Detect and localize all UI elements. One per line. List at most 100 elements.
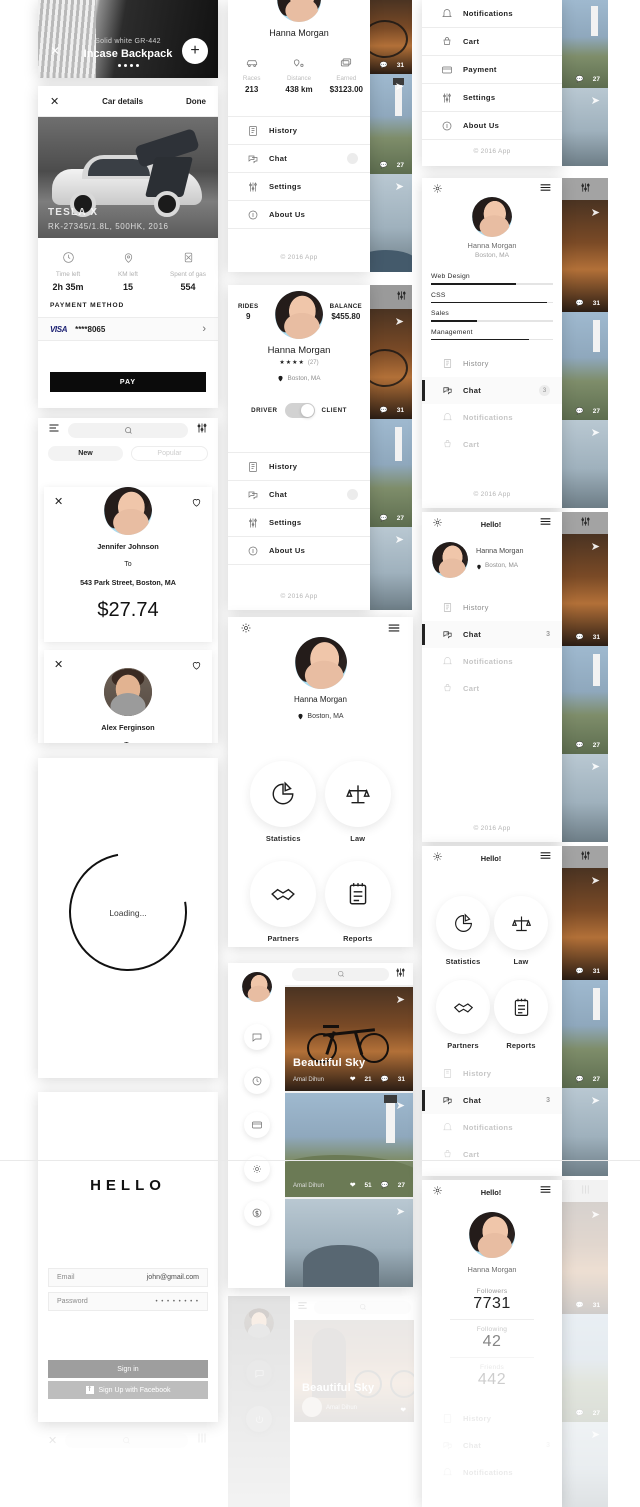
payment-method-row[interactable]: VISA ****8065 › <box>38 317 218 341</box>
sidebar-item-cart[interactable]: Cart <box>422 675 562 702</box>
search-input[interactable] <box>68 422 188 438</box>
sidebar-item-history[interactable]: History <box>422 594 562 621</box>
grid-tile-statistics[interactable]: Statistics <box>434 896 492 966</box>
gear-icon[interactable] <box>432 181 443 199</box>
role-toggle[interactable]: DRIVER CLIENT <box>228 403 370 418</box>
sidebar-item-chat[interactable]: Chat 3 <box>422 621 562 648</box>
comment-icon[interactable]: 💬 <box>381 1075 389 1083</box>
sidebar-item-history[interactable]: History <box>422 350 562 377</box>
hamburger-icon[interactable] <box>539 1183 552 1201</box>
sidebar-item-cart[interactable]: Cart <box>422 1141 562 1168</box>
driver-stat-label: Distance <box>286 75 312 82</box>
hamburger-icon[interactable] <box>48 421 60 439</box>
gear-icon[interactable] <box>240 621 252 639</box>
filter-icon[interactable] <box>196 1431 208 1449</box>
filter-icon[interactable] <box>395 965 406 983</box>
filter-icon[interactable] <box>580 180 591 198</box>
facebook-signup-button[interactable]: f Sign Up with Facebook <box>48 1381 208 1399</box>
password-field[interactable]: Password • • • • • • • • <box>48 1292 208 1311</box>
feed-post[interactable]: ➤ Beautiful Sky Amal Dihun ❤ 21 💬 31 <box>285 987 413 1091</box>
close-icon[interactable]: ✕ <box>48 1434 57 1447</box>
close-icon[interactable]: ✕ <box>54 658 63 671</box>
comment-icon[interactable]: 💬 <box>381 1181 389 1189</box>
gear-icon[interactable] <box>432 515 443 533</box>
sidebar-item-notifications[interactable]: Notifications <box>422 1114 562 1141</box>
grid-tile-partners[interactable]: Partners <box>434 980 492 1050</box>
sidebar-item-history[interactable]: History <box>422 1405 562 1432</box>
filter-icon[interactable] <box>396 288 407 306</box>
heart-icon[interactable] <box>191 495 202 513</box>
ride-card[interactable]: ✕ Alex Ferginson To <box>44 650 212 743</box>
ride-card[interactable]: ✕ Jennifer Johnson To 543 Park Street, B… <box>44 487 212 642</box>
close-icon[interactable]: ✕ <box>50 95 59 108</box>
dashboard-tile-statistics[interactable]: Statistics <box>246 761 321 843</box>
sidebar-item-chat[interactable]: Chat <box>228 145 370 172</box>
sidebar-item-history[interactable]: History <box>422 1060 562 1087</box>
gear-icon[interactable] <box>432 849 443 867</box>
dollar-icon[interactable] <box>243 1200 270 1226</box>
power-icon[interactable] <box>246 1406 272 1432</box>
hamburger-icon[interactable] <box>387 621 401 640</box>
sidebar-item-history[interactable]: History <box>228 453 370 480</box>
hamburger-icon[interactable] <box>539 849 552 867</box>
search-input[interactable] <box>314 1300 411 1314</box>
sidebar-item-about[interactable]: About Us <box>228 201 370 228</box>
close-icon[interactable]: ✕ <box>54 495 63 508</box>
heart-icon[interactable]: ❤ <box>350 1075 355 1083</box>
sidebar-item-chat[interactable]: Chat 3 <box>422 377 562 405</box>
dashboard-tile-law[interactable]: Law <box>321 761 396 843</box>
sidebar-item-settings[interactable]: Settings <box>228 173 370 200</box>
sidebar-item-about[interactable]: About Us <box>422 112 562 139</box>
tab-popular[interactable]: Popular <box>131 446 208 461</box>
gear-icon[interactable] <box>432 1183 443 1201</box>
avatar[interactable] <box>241 972 272 1002</box>
sidebar-item-cart[interactable]: Cart <box>422 431 562 458</box>
tab-new[interactable]: New <box>48 446 123 461</box>
hamburger-icon[interactable] <box>539 515 552 533</box>
sidebar-item-settings[interactable]: Settings <box>422 84 562 111</box>
heart-icon[interactable]: ❤ <box>350 1181 355 1189</box>
sidebar-item-cart[interactable]: Cart <box>422 28 562 55</box>
hamburger-icon[interactable] <box>297 1298 308 1316</box>
heart-icon[interactable] <box>191 658 202 676</box>
search-input[interactable] <box>292 967 389 981</box>
sidebar-item-notifications[interactable]: Notifications <box>422 404 562 431</box>
comment-icon: 💬 <box>575 76 584 83</box>
sidebar-item-payment[interactable]: Payment <box>422 56 562 83</box>
pay-button[interactable]: PAY <box>50 372 206 392</box>
sidebar-item-notifications[interactable]: Notifications <box>422 648 562 675</box>
filter-icon[interactable] <box>196 421 208 439</box>
dashboard-tile-reports[interactable]: Reports <box>321 861 396 943</box>
search-input[interactable] <box>65 1432 188 1448</box>
done-button[interactable]: Done <box>186 97 206 106</box>
filter-icon[interactable] <box>580 514 591 532</box>
feed-post[interactable]: ➤ Amal Dihun ❤ 51 💬 27 <box>285 1093 413 1197</box>
card-icon[interactable] <box>243 1112 270 1138</box>
hamburger-icon[interactable] <box>539 181 552 199</box>
email-field[interactable]: Email john@gmail.com <box>48 1268 208 1287</box>
dashboard-tile-partners[interactable]: Partners <box>246 861 321 943</box>
sidebar-item-history[interactable]: History <box>228 117 370 144</box>
avatar[interactable] <box>244 1308 274 1338</box>
filter-icon[interactable] <box>580 1182 591 1200</box>
sidebar-item-about[interactable]: About Us <box>228 537 370 564</box>
grid-tile-law[interactable]: Law <box>492 896 550 966</box>
grid-tile-reports[interactable]: Reports <box>492 980 550 1050</box>
sidebar-item-chat[interactable]: Chat 3 <box>422 1087 562 1114</box>
sidebar-item-chat[interactable]: Chat 3 <box>422 1432 562 1459</box>
sidebar-item-chat[interactable]: Chat <box>228 481 370 508</box>
chevron-right-icon[interactable]: › <box>202 323 206 335</box>
signin-button[interactable]: Sign in <box>48 1360 208 1378</box>
product-add-button[interactable]: + <box>182 38 208 64</box>
clock-icon[interactable] <box>243 1068 270 1094</box>
heart-icon[interactable]: ❤ <box>401 1406 406 1414</box>
filter-icon[interactable] <box>580 848 591 866</box>
toggle-switch[interactable] <box>284 403 315 418</box>
feed-post-faded[interactable]: Beautiful Sky Amal Dihun ❤ <box>294 1320 414 1422</box>
feed-post[interactable]: ➤ <box>285 1199 413 1287</box>
sidebar-item-notifications[interactable]: Notifications <box>422 1459 562 1486</box>
chat-icon[interactable] <box>243 1024 270 1050</box>
sidebar-item-settings[interactable]: Settings <box>228 509 370 536</box>
chat-icon[interactable] <box>246 1360 272 1386</box>
sidebar-item-notifications[interactable]: Notifications <box>422 0 562 27</box>
